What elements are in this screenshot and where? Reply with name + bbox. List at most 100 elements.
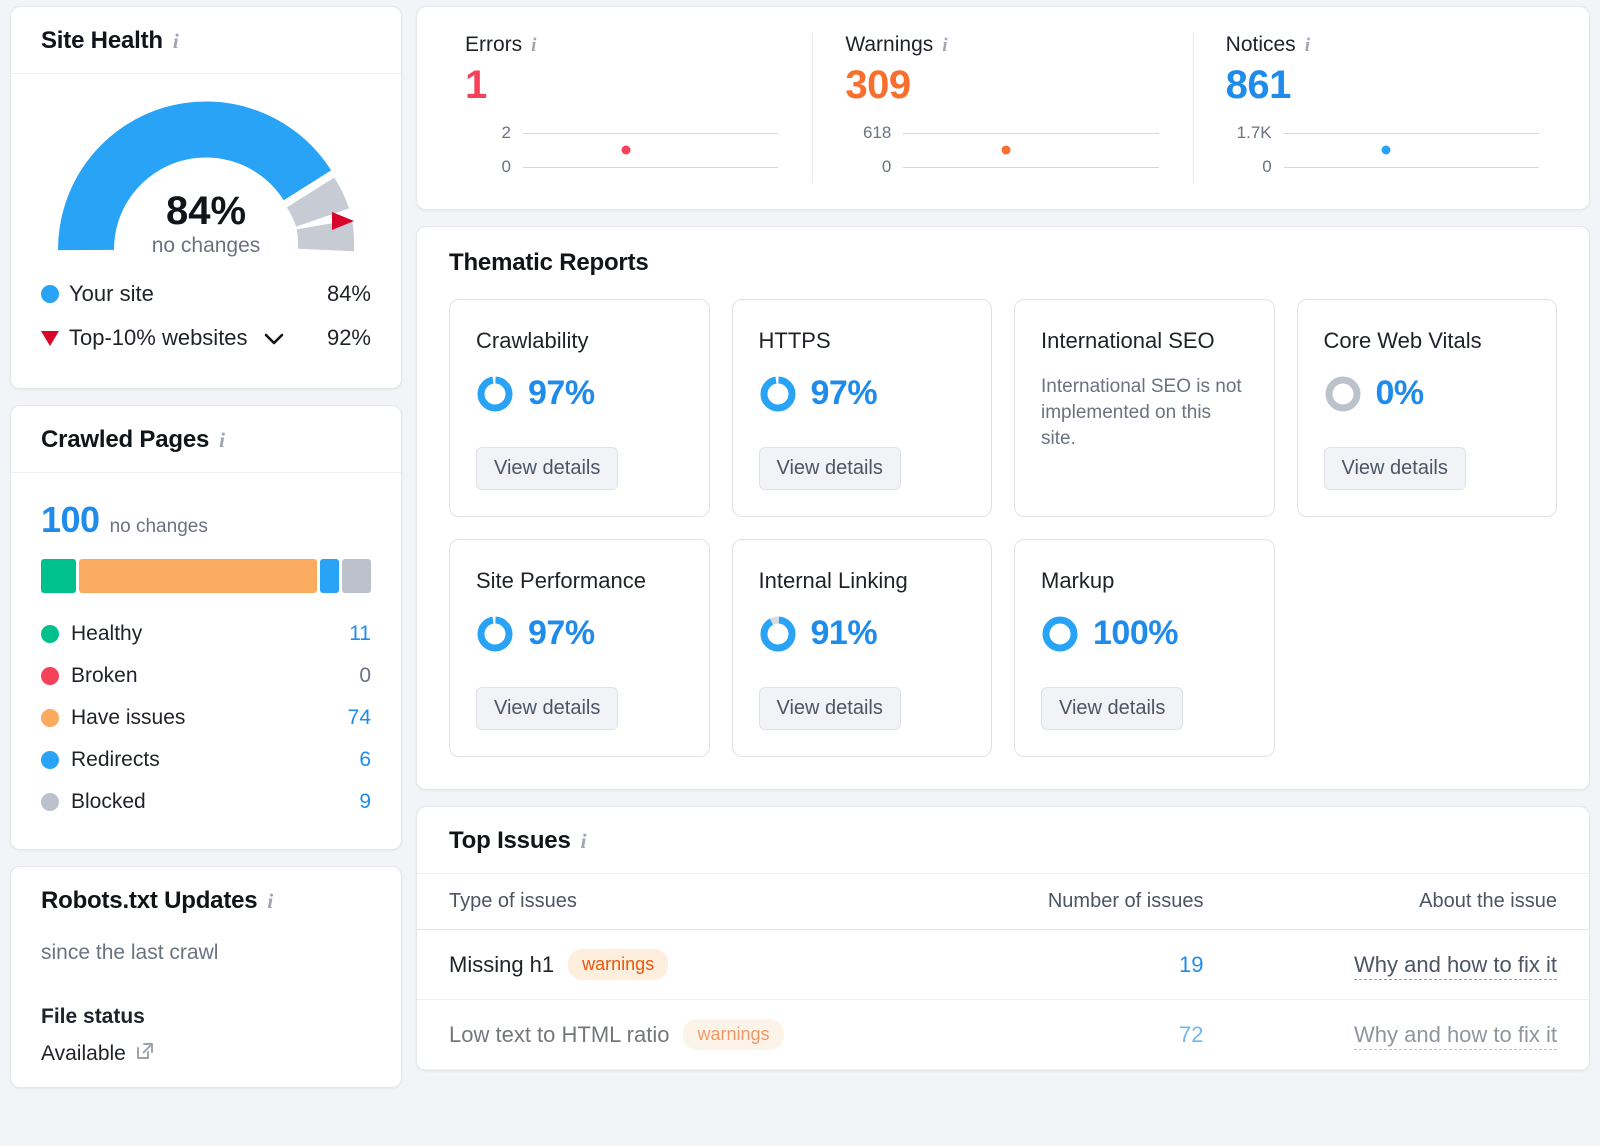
- thematic-card-percent: 0%: [1376, 374, 1424, 413]
- thematic-reports-title: Thematic Reports: [449, 249, 649, 277]
- crawled-row-blocked[interactable]: Blocked 9: [41, 781, 371, 823]
- thematic-reports-card: Thematic Reports Crawlability 97% View d…: [416, 226, 1590, 790]
- thematic-card-score: 100%: [1041, 614, 1248, 653]
- sparkline-point: [1382, 146, 1391, 155]
- legend-value: 84%: [327, 281, 371, 307]
- site-health-legend: Your site 84% Top-10% websites 92%: [11, 268, 401, 388]
- metric-sparkline: 618 0: [845, 117, 1166, 183]
- thematic-card-core-web-vitals[interactable]: Core Web Vitals 0% View details: [1297, 299, 1558, 517]
- info-icon[interactable]: i: [219, 430, 225, 451]
- thematic-card-site-performance[interactable]: Site Performance 97% View details: [449, 539, 710, 757]
- crawled-pages-count: 100: [41, 499, 100, 541]
- thematic-card-percent: 97%: [528, 374, 595, 413]
- view-details-button[interactable]: View details: [759, 447, 901, 490]
- why-how-to-fix-link[interactable]: Why and how to fix it: [1354, 952, 1557, 980]
- info-icon[interactable]: i: [267, 891, 273, 912]
- site-health-gauge: 84% no changes: [11, 74, 401, 268]
- status-label: Redirects: [71, 748, 297, 772]
- top-issues-card: Top Issues i Type of issues Number of is…: [416, 806, 1590, 1071]
- legend-item-benchmark[interactable]: Top-10% websites 92%: [41, 316, 371, 360]
- crawled-pages-card: Crawled Pages i 100 no changes Healthy: [10, 405, 402, 850]
- right-column: Errors i 1 2 0 Warnings i 309: [416, 6, 1590, 1146]
- gridline: [1284, 133, 1539, 134]
- external-link-icon[interactable]: [135, 1041, 155, 1067]
- issue-about-cell: Why and how to fix it: [1235, 1000, 1589, 1070]
- thematic-card-score: 97%: [759, 374, 966, 413]
- view-details-button[interactable]: View details: [476, 447, 618, 490]
- issue-count-cell: 72: [945, 1000, 1236, 1070]
- issue-count-link[interactable]: 19: [1179, 952, 1203, 977]
- crawled-row-redirects[interactable]: Redirects 6: [41, 739, 371, 781]
- file-status-row[interactable]: Available: [41, 1041, 371, 1067]
- stack-segment-healthy: [41, 559, 76, 593]
- site-health-card: Site Health i 84% no changes Your sit: [10, 6, 402, 389]
- gauge-arc-rest-a: [311, 192, 323, 217]
- thematic-reports-header: Thematic Reports: [417, 227, 1589, 277]
- top-issues-thead: Type of issues Number of issues About th…: [417, 874, 1589, 930]
- table-row: Low text to HTML ratio warnings 72 Why a…: [417, 1000, 1589, 1070]
- thematic-card-title: Site Performance: [476, 568, 683, 594]
- thematic-card-percent: 91%: [811, 614, 878, 653]
- thematic-card-crawlability[interactable]: Crawlability 97% View details: [449, 299, 710, 517]
- thematic-card-markup[interactable]: Markup 100% View details: [1014, 539, 1275, 757]
- crawled-row-healthy[interactable]: Healthy 11: [41, 613, 371, 655]
- chevron-down-icon[interactable]: [264, 325, 284, 351]
- info-icon[interactable]: i: [173, 31, 179, 52]
- status-badge: warnings: [568, 949, 668, 980]
- thematic-card-title: Crawlability: [476, 328, 683, 354]
- thematic-card-https[interactable]: HTTPS 97% View details: [732, 299, 993, 517]
- crawled-row-broken[interactable]: Broken 0: [41, 655, 371, 697]
- metric-label: Errors: [465, 33, 522, 57]
- metric-errors: Errors i 1 2 0: [433, 33, 812, 183]
- robots-txt-title: Robots.txt Updates: [41, 887, 257, 915]
- view-details-button[interactable]: View details: [1324, 447, 1466, 490]
- stack-segment-redirects: [320, 559, 339, 593]
- crawled-pages-body: 100 no changes Healthy 11 Broken: [11, 473, 401, 849]
- top-issues-table: Type of issues Number of issues About th…: [417, 874, 1589, 1070]
- thematic-card-internal-linking[interactable]: Internal Linking 91% View details: [732, 539, 993, 757]
- progress-ring-icon: [759, 615, 797, 653]
- crawled-pages-change: no changes: [110, 516, 208, 538]
- thematic-card-score: 0%: [1324, 374, 1531, 413]
- gauge-change-label: no changes: [152, 234, 261, 257]
- metric-notices: Notices i 861 1.7K 0: [1193, 33, 1573, 183]
- status-dot-icon: [41, 625, 59, 643]
- view-details-button[interactable]: View details: [759, 687, 901, 730]
- gauge-value: 84%: [166, 189, 246, 233]
- why-how-to-fix-link[interactable]: Why and how to fix it: [1354, 1022, 1557, 1050]
- status-dot-icon: [41, 751, 59, 769]
- info-icon[interactable]: i: [942, 36, 947, 55]
- thematic-reports-grid: Crawlability 97% View details HTTPS: [417, 277, 1589, 789]
- view-details-button[interactable]: View details: [476, 687, 618, 730]
- issue-type-cell: Missing h1 warnings: [417, 930, 945, 1000]
- legend-item-your-site: Your site 84%: [41, 272, 371, 316]
- progress-ring-icon: [476, 375, 514, 413]
- issue-name[interactable]: Low text to HTML ratio: [449, 1022, 669, 1048]
- thematic-card-percent: 97%: [811, 374, 878, 413]
- status-value[interactable]: 9: [309, 790, 371, 814]
- status-value[interactable]: 11: [309, 622, 371, 646]
- status-value[interactable]: 74: [309, 706, 371, 730]
- crawled-row-have-issues[interactable]: Have issues 74: [41, 697, 371, 739]
- info-icon[interactable]: i: [531, 36, 536, 55]
- status-dot-icon: [41, 709, 59, 727]
- issue-name[interactable]: Missing h1: [449, 952, 554, 978]
- page-title: Site Health: [41, 27, 163, 55]
- top-issues-header: Top Issues i: [417, 807, 1589, 874]
- thematic-card-title: Core Web Vitals: [1324, 328, 1531, 354]
- info-icon[interactable]: i: [1305, 36, 1310, 55]
- crawled-pages-total: 100 no changes: [41, 499, 371, 541]
- robots-txt-card: Robots.txt Updates i since the last craw…: [10, 866, 402, 1088]
- status-value[interactable]: 6: [309, 748, 371, 772]
- thematic-card-title: Internal Linking: [759, 568, 966, 594]
- status-value: 0: [309, 664, 371, 688]
- thematic-card-percent: 100%: [1093, 614, 1178, 653]
- view-details-button[interactable]: View details: [1041, 687, 1183, 730]
- robots-txt-header: Robots.txt Updates i: [11, 867, 401, 919]
- issue-count-link[interactable]: 72: [1179, 1022, 1203, 1047]
- site-health-header: Site Health i: [11, 7, 401, 74]
- axis-tick-max: 618: [845, 123, 891, 143]
- metric-value: 309: [845, 63, 1166, 107]
- info-icon[interactable]: i: [581, 831, 587, 852]
- thematic-card-percent: 97%: [528, 614, 595, 653]
